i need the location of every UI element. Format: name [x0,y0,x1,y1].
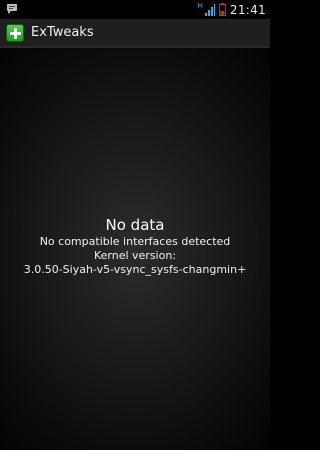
green-plus-icon[interactable] [6,23,24,42]
signal-bars-icon [204,3,215,16]
kernel-version-value: 3.0.50-Siyah-v5-vsync_sysfs-changmin+ [23,263,247,276]
action-bar: ExTweaks [0,19,270,48]
kernel-version-label: Kernel version: [93,249,177,262]
network-type-indicator: H [197,2,203,10]
status-clock: 21:41 [229,2,266,17]
main-content: No data No compatible interfaces detecte… [0,48,270,450]
chat-bubble-icon [7,4,17,14]
battery-icon [218,3,226,16]
status-bar: H 21:41 [0,0,270,19]
no-data-heading: No data [105,216,165,234]
no-interfaces-text: No compatible interfaces detected [39,235,231,248]
app-title: ExTweaks [31,25,94,40]
empty-state-message: No data No compatible interfaces detecte… [0,216,270,277]
